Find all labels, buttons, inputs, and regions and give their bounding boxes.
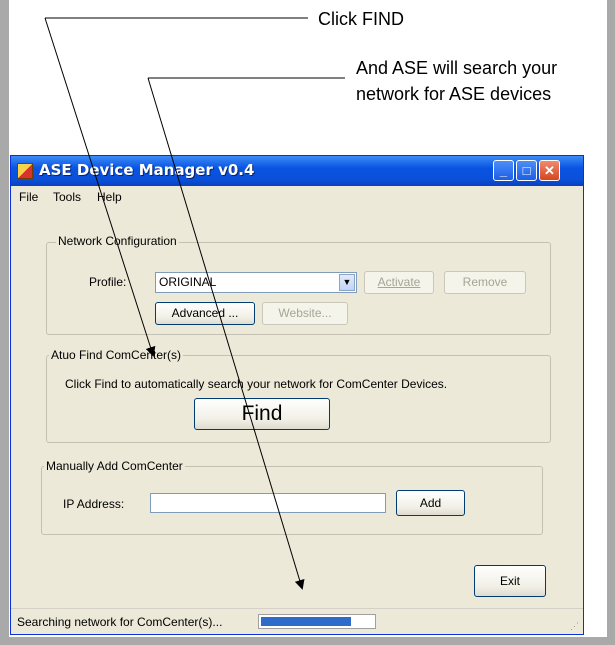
callout-arrow-2 (147, 77, 305, 590)
annotation-arrows (44, 17, 345, 590)
callout-arrow-1 (44, 17, 156, 357)
